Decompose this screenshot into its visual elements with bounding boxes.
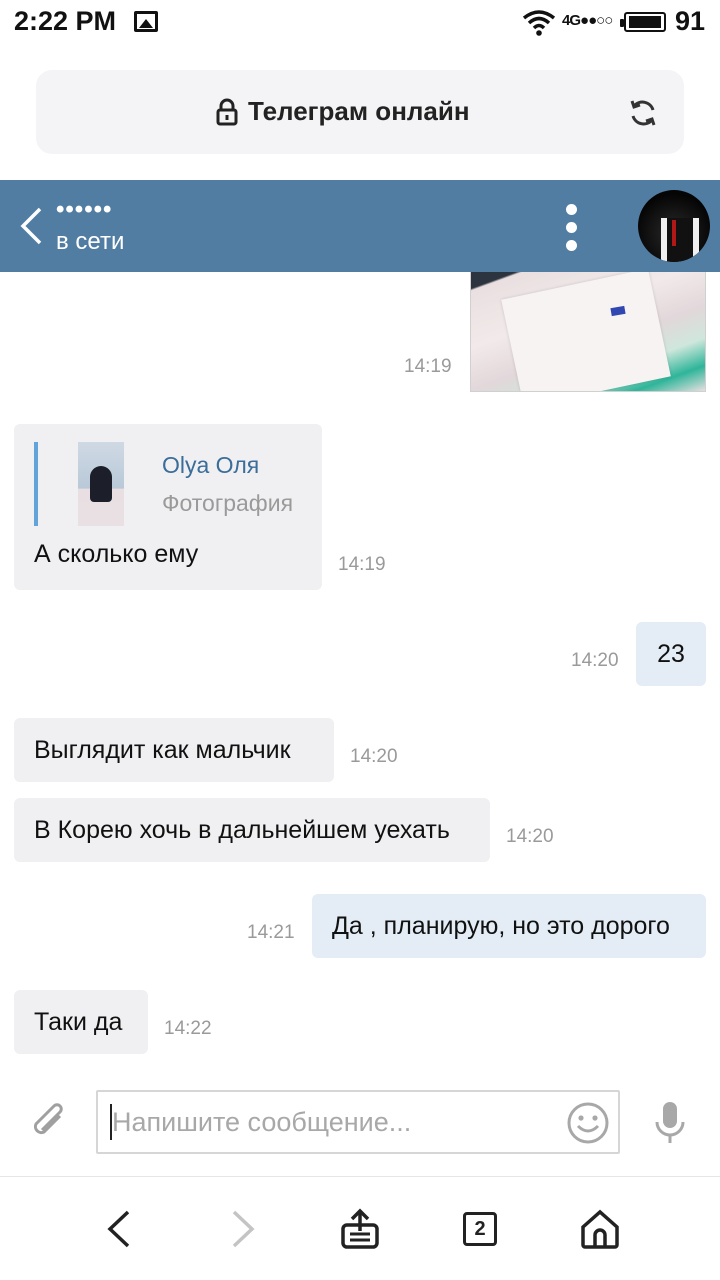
page-title: Телеграм онлайн [248,96,470,126]
network-indicator: 4G●●○○ [562,12,613,29]
message-time: 14:22 [164,1018,212,1039]
status-bar: 2:22 PM 4G●●○○ 91 [0,0,720,46]
message-text: В Корею хочь в дальнейшем уехать [34,815,450,844]
microphone-icon[interactable] [652,1100,688,1146]
message-time: 14:20 [571,650,619,671]
photo-message[interactable] [470,272,706,392]
reload-icon[interactable] [628,98,658,128]
battery-percent: 91 [675,6,706,36]
message-text: А сколько ему [34,540,199,568]
message-input[interactable] [96,1090,620,1154]
message-text: Таки да [34,1007,123,1036]
wifi-icon [522,10,556,36]
message-bubble[interactable]: В Корею хочь в дальнейшем уехать [14,798,490,862]
lock-icon [216,98,238,126]
message-bubble[interactable]: Выглядит как мальчик [14,718,334,782]
message-text: Выглядит как мальчик [34,735,291,764]
arrow-forward-icon[interactable] [220,1207,264,1251]
message-time: 14:19 [338,554,386,575]
message-text: Да , планирую, но это дорого [332,911,670,940]
signal-dots: ●●○○ [580,12,613,29]
share-icon[interactable] [338,1207,382,1251]
reply-type: Фотография [162,490,294,516]
smiley-icon[interactable] [566,1101,610,1145]
message-time: 14:20 [506,826,554,847]
more-vertical-icon[interactable] [562,204,580,252]
message-time: 14:20 [350,746,398,767]
arrow-back-icon[interactable] [98,1207,142,1251]
battery-icon [620,12,666,32]
contact-name[interactable]: •••••• [56,196,112,224]
message-time: 14:21 [247,922,295,943]
network-type: 4G [562,12,581,29]
reply-author: Olya Оля [162,452,260,478]
avatar[interactable] [638,190,710,262]
message-text: 23 [657,639,685,668]
browser-nav-bar: 2 [0,1176,720,1280]
home-icon[interactable] [578,1207,622,1251]
contact-status: в сети [56,228,125,255]
tabs-icon[interactable]: 2 [463,1212,497,1246]
message-bubble[interactable]: Таки да [14,990,148,1054]
status-time: 2:22 PM [14,6,117,36]
message-bubble[interactable]: Да , планирую, но это дорого [312,894,706,958]
chat-messages[interactable]: 14:19 Olya Оля Фотография А сколько ему … [0,272,720,1072]
message-time: 14:19 [404,356,452,377]
text-cursor [110,1104,112,1140]
chevron-left-icon[interactable] [18,206,44,246]
browser-address-bar[interactable]: Телеграм онлайн [36,70,684,154]
reply-message-bubble[interactable]: Olya Оля Фотография А сколько ему [14,424,322,590]
chat-header: •••••• в сети [0,180,720,272]
message-bubble[interactable]: 23 [636,622,706,686]
reply-accent-bar [34,442,38,526]
image-notification-icon [134,11,158,32]
paperclip-icon[interactable] [30,1098,70,1146]
reply-photo-thumbnail [78,442,124,526]
